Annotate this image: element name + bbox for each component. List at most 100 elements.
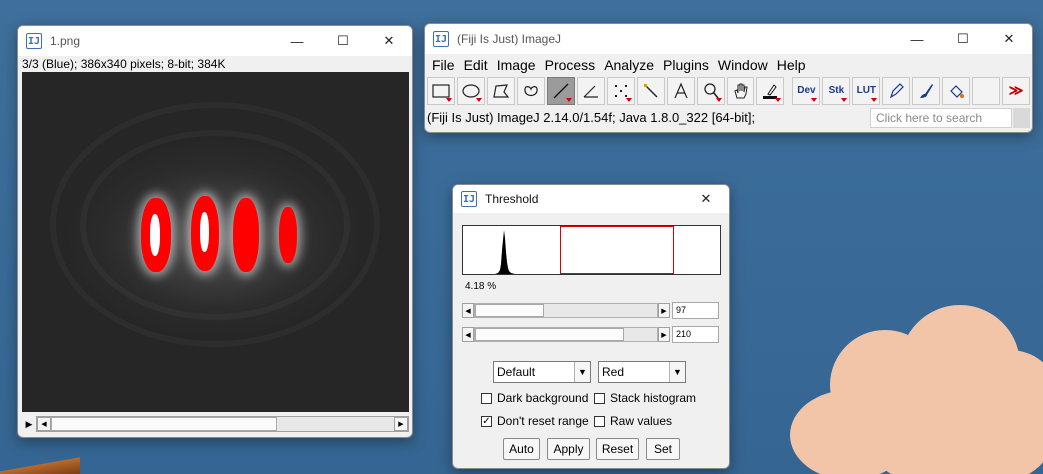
max-slider-thumb[interactable] bbox=[475, 328, 624, 341]
brush-tool-icon[interactable] bbox=[912, 76, 941, 105]
point-tool-icon[interactable] bbox=[606, 76, 635, 105]
image-window-title: 1.png bbox=[50, 34, 81, 48]
empty-tool-slot[interactable] bbox=[972, 76, 1001, 105]
max-slider-track[interactable] bbox=[474, 327, 658, 342]
spot-core bbox=[200, 212, 209, 252]
stack-histogram-checkbox[interactable]: Stack histogram bbox=[594, 391, 696, 405]
imagej-titlebar[interactable]: IJ (Fiji Is Just) ImageJ — ☐ ✕ bbox=[425, 24, 1032, 54]
text-tool-icon[interactable] bbox=[666, 76, 695, 105]
reset-button[interactable]: Reset bbox=[596, 438, 639, 460]
image-window-titlebar[interactable]: IJ 1.png — ☐ ✕ bbox=[18, 26, 412, 56]
checkbox-label: Dark background bbox=[497, 391, 589, 405]
histogram bbox=[462, 225, 721, 275]
raw-values-checkbox[interactable]: Raw values bbox=[594, 414, 672, 428]
close-button[interactable]: ✕ bbox=[986, 24, 1032, 54]
status-text: (Fiji Is Just) ImageJ 2.14.0/1.54f; Java… bbox=[427, 109, 756, 125]
polygon-tool-icon[interactable] bbox=[486, 76, 515, 105]
slider-right-icon[interactable]: ▶ bbox=[658, 327, 670, 342]
fiji-icon: IJ bbox=[26, 33, 42, 49]
checkbox-label: Don't reset range bbox=[497, 414, 589, 428]
checkbox-box[interactable] bbox=[594, 392, 605, 404]
menu-plugins[interactable]: Plugins bbox=[660, 57, 715, 73]
search-input[interactable]: Click here to search bbox=[870, 108, 1012, 128]
min-slider[interactable]: ◀ ▶ bbox=[462, 302, 670, 319]
checkbox-box[interactable]: ✓ bbox=[481, 415, 492, 427]
min-slider-thumb[interactable] bbox=[475, 304, 544, 317]
checkbox-box[interactable] bbox=[481, 392, 492, 404]
method-value: Default bbox=[497, 365, 536, 379]
slider-right-icon[interactable]: ▶ bbox=[658, 303, 670, 318]
menu-help[interactable]: Help bbox=[774, 57, 812, 73]
dont-reset-range-checkbox[interactable]: ✓ Don't reset range bbox=[481, 414, 589, 428]
color-picker-icon[interactable] bbox=[756, 76, 785, 105]
close-button[interactable]: ✕ bbox=[683, 185, 729, 213]
slider-left-icon[interactable]: ◀ bbox=[462, 327, 474, 342]
menu-analyze[interactable]: Analyze bbox=[601, 57, 660, 73]
scroll-right-icon[interactable]: ▶ bbox=[394, 417, 408, 431]
menu-edit[interactable]: Edit bbox=[461, 57, 494, 73]
threshold-spot bbox=[279, 207, 297, 263]
checkbox-box[interactable] bbox=[594, 415, 605, 427]
max-slider[interactable]: ◀ ▶ bbox=[462, 326, 670, 343]
min-slider-track[interactable] bbox=[474, 303, 658, 318]
menu-process[interactable]: Process bbox=[542, 57, 602, 73]
dark-background-checkbox[interactable]: Dark background bbox=[481, 391, 588, 405]
hand-tool-icon[interactable] bbox=[726, 76, 755, 105]
maximize-button[interactable]: ☐ bbox=[320, 26, 366, 56]
pencil-tool-icon[interactable] bbox=[882, 76, 911, 105]
threshold-percent: 4.18 % bbox=[465, 281, 497, 292]
maximize-button[interactable]: ☐ bbox=[940, 24, 986, 54]
slider-left-icon[interactable]: ◀ bbox=[462, 303, 474, 318]
auto-button[interactable]: Auto bbox=[503, 438, 540, 460]
status-bar: (Fiji Is Just) ImageJ 2.14.0/1.54f; Java… bbox=[425, 105, 1032, 129]
min-value-field[interactable]: 97 bbox=[672, 302, 719, 319]
flood-fill-icon[interactable] bbox=[942, 76, 971, 105]
threshold-titlebar[interactable]: IJ Threshold ✕ bbox=[453, 185, 729, 213]
lut-tool-button[interactable]: LUT bbox=[852, 76, 881, 105]
play-icon[interactable]: ▶ bbox=[22, 416, 36, 432]
display-dropdown[interactable]: Red ▼ bbox=[598, 361, 686, 383]
zoom-tool-icon[interactable] bbox=[696, 76, 725, 105]
scroll-left-icon[interactable]: ◀ bbox=[37, 417, 51, 431]
chevron-down-icon: ▼ bbox=[574, 362, 590, 382]
apply-button[interactable]: Apply bbox=[547, 438, 590, 460]
threshold-window: IJ Threshold ✕ 4.18 % ◀ ▶ 97 ◀ ▶ 210 Def… bbox=[452, 184, 730, 469]
spot-core bbox=[150, 214, 160, 256]
minimize-button[interactable]: — bbox=[274, 26, 320, 56]
threshold-title: Threshold bbox=[485, 192, 539, 206]
max-value-field[interactable]: 210 bbox=[672, 326, 719, 343]
search-options[interactable] bbox=[1013, 108, 1030, 128]
threshold-spot bbox=[233, 198, 259, 272]
dev-tool-button[interactable]: Dev bbox=[792, 76, 821, 105]
stack-slider[interactable]: ◀ ▶ bbox=[36, 416, 409, 432]
display-value: Red bbox=[602, 365, 625, 379]
rooftop bbox=[0, 454, 80, 474]
chevron-down-icon: ▼ bbox=[669, 362, 685, 382]
minimize-button[interactable]: — bbox=[894, 24, 940, 54]
toolbar: Dev Stk LUT ≫ bbox=[425, 76, 1032, 105]
close-button[interactable]: ✕ bbox=[366, 26, 412, 56]
fiji-icon: IJ bbox=[433, 31, 449, 47]
line-tool-icon[interactable] bbox=[546, 76, 575, 105]
fiji-icon: IJ bbox=[461, 191, 477, 207]
set-button[interactable]: Set bbox=[646, 438, 680, 460]
stk-tool-button[interactable]: Stk bbox=[822, 76, 851, 105]
image-canvas[interactable] bbox=[22, 72, 409, 412]
angle-tool-icon[interactable] bbox=[576, 76, 605, 105]
image-info: 3/3 (Blue); 386x340 pixels; 8-bit; 384K bbox=[18, 56, 412, 72]
imagej-title: (Fiji Is Just) ImageJ bbox=[457, 32, 562, 46]
menu-bar: File Edit Image Process Analyze Plugins … bbox=[425, 54, 1032, 76]
method-dropdown[interactable]: Default ▼ bbox=[493, 361, 591, 383]
more-tools-icon[interactable]: ≫ bbox=[1002, 76, 1031, 105]
threshold-range bbox=[560, 226, 674, 274]
menu-image[interactable]: Image bbox=[494, 57, 542, 73]
oval-tool-icon[interactable] bbox=[456, 76, 485, 105]
menu-file[interactable]: File bbox=[429, 57, 461, 73]
imagej-main-window: IJ (Fiji Is Just) ImageJ — ☐ ✕ File Edit… bbox=[424, 23, 1033, 133]
freehand-tool-icon[interactable] bbox=[516, 76, 545, 105]
rectangle-tool-icon[interactable] bbox=[427, 76, 455, 105]
menu-window[interactable]: Window bbox=[715, 57, 774, 73]
scroll-thumb[interactable] bbox=[51, 417, 277, 431]
image-window: IJ 1.png — ☐ ✕ 3/3 (Blue); 386x340 pixel… bbox=[17, 25, 413, 438]
wand-tool-icon[interactable] bbox=[636, 76, 665, 105]
